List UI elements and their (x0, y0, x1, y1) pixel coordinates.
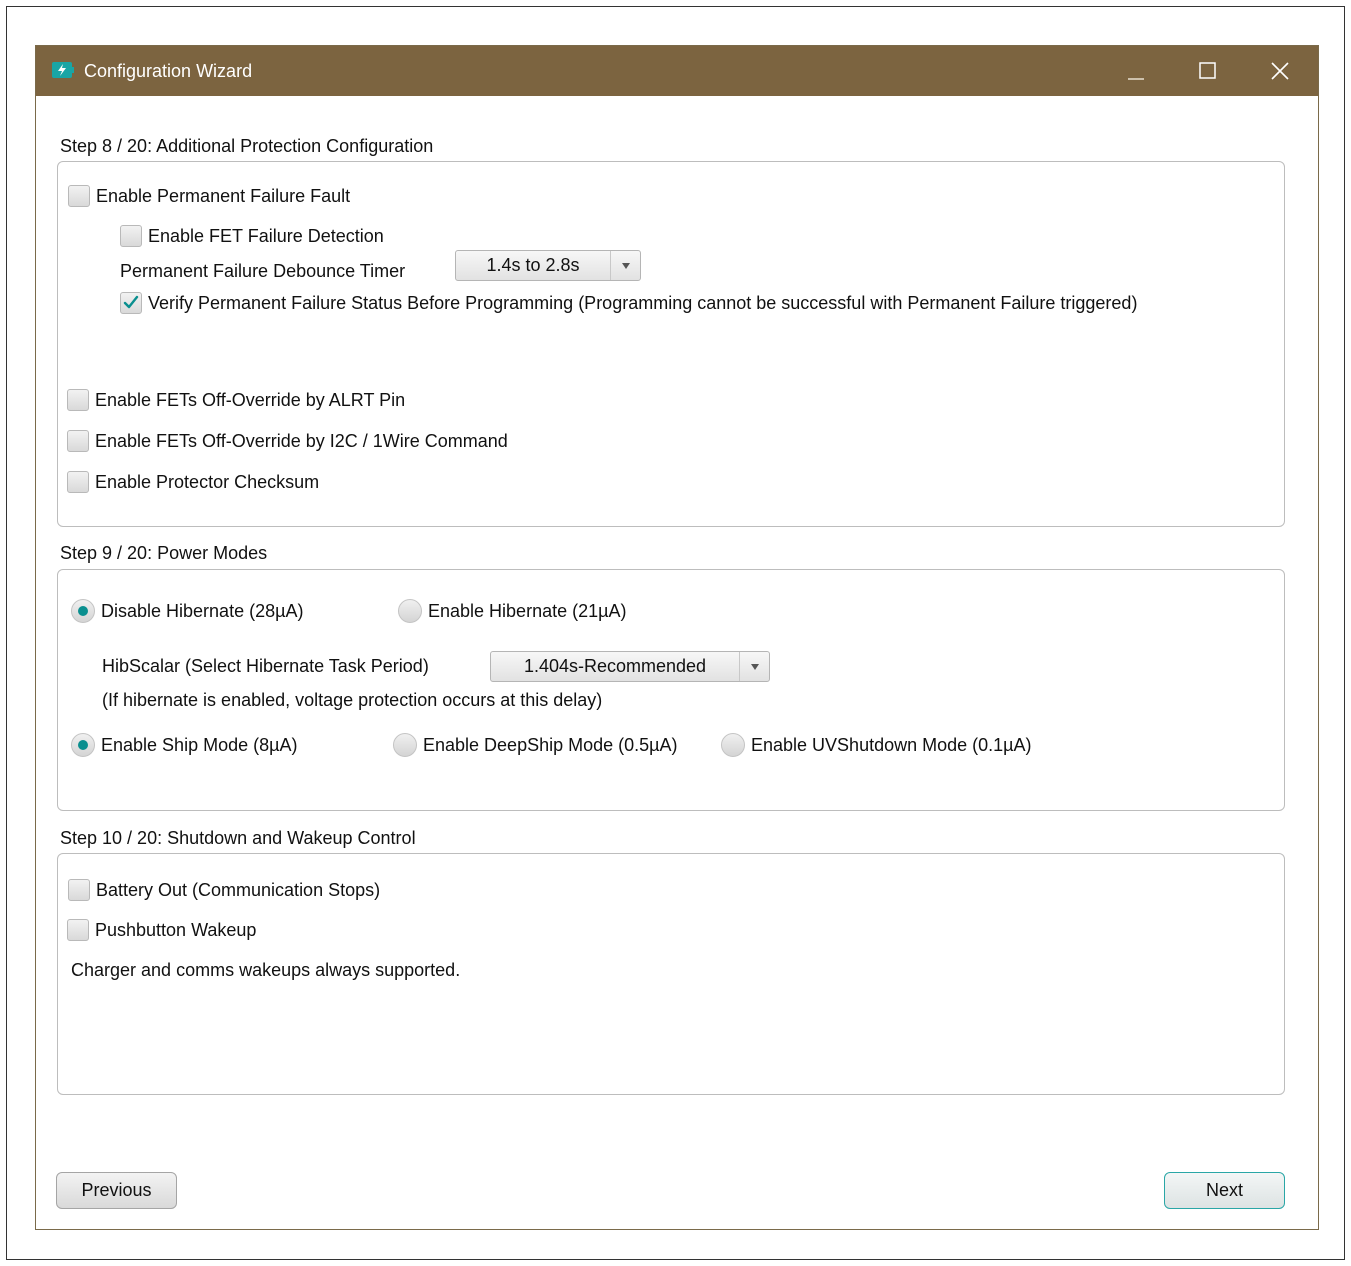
radio-button[interactable] (721, 733, 745, 757)
configuration-wizard-window: Configuration Wizard Step 8 / 20: Additi… (35, 45, 1319, 1230)
radio-button[interactable] (71, 733, 95, 757)
protector-checksum-checkbox[interactable]: Enable Protector Checksum (67, 471, 319, 493)
hibscalar-label: HibScalar (Select Hibernate Task Period) (102, 656, 429, 676)
uvshutdown-mode-radio[interactable]: Enable UVShutdown Mode (0.1µA) (721, 733, 1032, 757)
debounce-timer-value: 1.4s to 2.8s (486, 255, 580, 275)
checkbox-box[interactable] (68, 185, 90, 207)
checkbox-box[interactable] (67, 471, 89, 493)
deepship-mode-radio[interactable]: Enable DeepShip Mode (0.5µA) (393, 733, 678, 757)
verify-status-label: Verify Permanent Failure Status Before P… (148, 292, 1138, 313)
hibscalar-select[interactable]: 1.404s-Recommended (490, 651, 770, 682)
fet-failure-checkbox[interactable]: Enable FET Failure Detection (120, 225, 384, 247)
close-icon (1271, 62, 1289, 80)
checkbox-box[interactable] (67, 389, 89, 411)
fet-failure-label: Enable FET Failure Detection (148, 225, 384, 246)
radio-button[interactable] (393, 733, 417, 757)
maximize-icon (1199, 62, 1216, 79)
step-8-label: Step 8 / 20: Additional Protection Confi… (60, 136, 434, 156)
enable-hibernate-radio[interactable]: Enable Hibernate (21µA) (398, 599, 626, 623)
pushbutton-wakeup-checkbox[interactable]: Pushbutton Wakeup (67, 919, 256, 941)
checkbox-box[interactable] (67, 430, 89, 452)
previous-button[interactable]: Previous (56, 1172, 177, 1209)
enable-hibernate-label: Enable Hibernate (21µA) (428, 600, 627, 621)
disable-hibernate-radio[interactable]: Disable Hibernate (28µA) (71, 599, 303, 623)
debounce-timer-select[interactable]: 1.4s to 2.8s (455, 250, 641, 281)
battery-out-label: Battery Out (Communication Stops) (96, 879, 381, 900)
hibernate-note: (If hibernate is enabled, voltage protec… (102, 690, 603, 710)
maximize-button[interactable] (1188, 56, 1228, 86)
ship-mode-label: Enable Ship Mode (8µA) (101, 734, 298, 755)
step-9-label: Step 9 / 20: Power Modes (60, 543, 268, 563)
protector-checksum-label: Enable Protector Checksum (95, 471, 320, 492)
debounce-timer-label: Permanent Failure Debounce Timer (120, 261, 406, 281)
checkmark-icon (123, 295, 139, 309)
close-button[interactable] (1260, 56, 1300, 86)
chevron-down-icon (610, 251, 640, 280)
battery-out-checkbox[interactable]: Battery Out (Communication Stops) (68, 879, 380, 901)
checkbox-box[interactable] (67, 919, 89, 941)
wakeup-note: Charger and comms wakeups always support… (71, 960, 461, 980)
alrt-override-checkbox[interactable]: Enable FETs Off-Override by ALRT Pin (67, 389, 405, 411)
i2c-override-checkbox[interactable]: Enable FETs Off-Override by I2C / 1Wire … (67, 430, 508, 452)
minimize-button[interactable] (1116, 56, 1156, 86)
i2c-override-label: Enable FETs Off-Override by I2C / 1Wire … (95, 430, 508, 451)
deepship-mode-label: Enable DeepShip Mode (0.5µA) (423, 734, 678, 755)
radio-button[interactable] (71, 599, 95, 623)
pushbutton-wakeup-label: Pushbutton Wakeup (95, 919, 257, 940)
radio-button[interactable] (398, 599, 422, 623)
chevron-down-icon (739, 652, 769, 681)
window-title: Configuration Wizard (84, 61, 253, 81)
ship-mode-radio[interactable]: Enable Ship Mode (8µA) (71, 733, 297, 757)
uvshutdown-mode-label: Enable UVShutdown Mode (0.1µA) (751, 734, 1032, 755)
step-10-label: Step 10 / 20: Shutdown and Wakeup Contro… (60, 828, 416, 848)
permanent-failure-checkbox[interactable]: Enable Permanent Failure Fault (68, 185, 350, 207)
permanent-failure-label: Enable Permanent Failure Fault (96, 185, 351, 206)
disable-hibernate-label: Disable Hibernate (28µA) (101, 600, 304, 621)
title-bar: Configuration Wizard (36, 46, 1318, 96)
next-button[interactable]: Next (1164, 1172, 1285, 1209)
verify-status-checkbox[interactable]: Verify Permanent Failure Status Before P… (120, 292, 1137, 314)
alrt-override-label: Enable FETs Off-Override by ALRT Pin (95, 389, 406, 410)
checkbox-box[interactable] (120, 225, 142, 247)
hibscalar-value: 1.404s-Recommended (523, 656, 707, 676)
checkbox-box[interactable] (68, 879, 90, 901)
checkbox-box[interactable] (120, 292, 142, 314)
app-icon (52, 61, 74, 79)
